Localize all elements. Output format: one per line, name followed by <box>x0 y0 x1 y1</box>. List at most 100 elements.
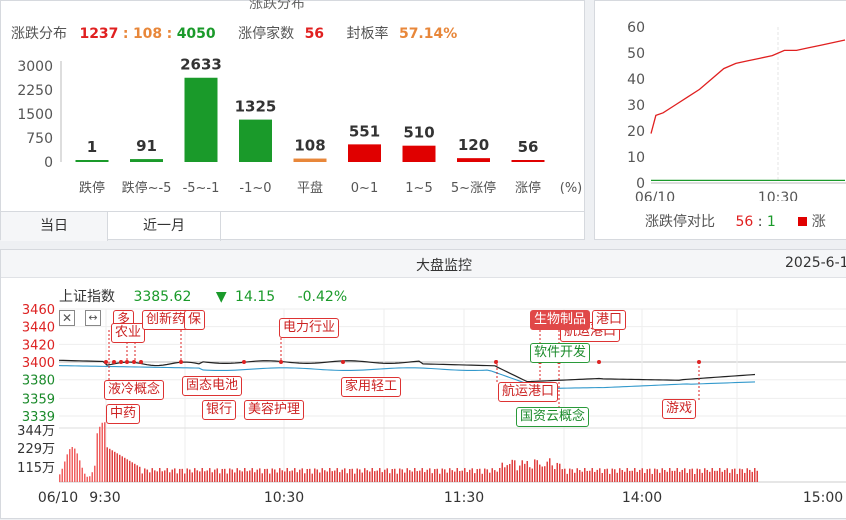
volume-bar <box>414 468 416 482</box>
volume-bar <box>99 426 101 482</box>
volume-bar <box>719 468 721 482</box>
volume-bar <box>289 471 291 482</box>
volume-bar <box>354 473 356 482</box>
tag-game[interactable]: 游戏 <box>662 399 697 419</box>
volume-bar <box>406 468 408 482</box>
volume-bar <box>284 471 286 482</box>
event-marker <box>112 360 116 365</box>
volume-bar <box>739 468 741 482</box>
volume-bar <box>394 468 396 482</box>
tag-beauty-care[interactable]: 美容护理 <box>244 400 305 420</box>
event-marker <box>341 360 345 365</box>
limit-ratio-panel: 60 50 40 30 20 10 0 06/10 10:30 涨跌停对比 56 : 1 涨 <box>594 0 846 240</box>
tag-bio-products[interactable]: 生物制品 <box>530 310 591 330</box>
volume-bar <box>304 473 306 482</box>
tag-port[interactable]: 港口 <box>592 310 627 330</box>
tag-power-industry[interactable]: 电力行业 <box>279 318 340 338</box>
tag-state-cloud[interactable]: 国资云概念 <box>516 407 590 427</box>
volume-bar <box>181 468 183 482</box>
volume-bar <box>76 453 78 482</box>
volume-bar <box>549 458 551 482</box>
y-tick-label: 1500 <box>17 107 53 123</box>
y-tick-label: 750 <box>26 131 53 147</box>
volume-bar <box>149 472 151 482</box>
volume-bar <box>81 467 83 482</box>
volume-bar <box>409 470 411 482</box>
distribution-panel: 涨跌分布 涨跌分布 1237 : 108 : 4050 涨停家数 56 封板率 … <box>0 0 585 241</box>
y-tick-label: 50 <box>627 46 645 62</box>
volume-bar <box>239 470 241 482</box>
volume-bar <box>384 469 386 482</box>
volume-bar <box>506 465 508 482</box>
volume-bar <box>666 471 668 482</box>
volume-tick-label: 344万 <box>17 424 55 439</box>
limit-label: 涨停家数 <box>238 26 295 42</box>
bar <box>348 144 381 162</box>
x-tick-label: 跌停 <box>79 180 105 196</box>
volume-bar <box>696 468 698 482</box>
volume-bar <box>151 468 153 482</box>
tag-shipping-port[interactable]: 航运港口 <box>498 382 559 402</box>
y-tick-label: 2250 <box>17 83 53 99</box>
volume-bar <box>379 468 381 482</box>
volume-bar <box>686 472 688 482</box>
tag-bank[interactable]: 银行 <box>202 400 237 420</box>
volume-bar <box>411 471 413 482</box>
volume-bar <box>526 461 528 482</box>
volume-bar <box>664 469 666 482</box>
tag-solid-battery[interactable]: 固态电池 <box>182 376 243 396</box>
volume-bar <box>626 468 628 482</box>
volume-bar <box>579 470 581 482</box>
bar <box>293 158 327 162</box>
volume-bar <box>706 469 708 482</box>
volume-bar <box>69 449 71 482</box>
tag-nongye[interactable]: 农业 <box>111 323 146 343</box>
volume-bar <box>326 471 328 482</box>
volume-bar <box>331 471 333 482</box>
volume-bar <box>581 471 583 482</box>
summary-row: 涨跌分布 1237 : 108 : 4050 涨停家数 56 封板率 57.14… <box>11 26 458 42</box>
tag-chinese-medicine[interactable]: 中药 <box>106 404 141 424</box>
volume-bar <box>416 471 418 482</box>
volume-bar <box>254 472 256 482</box>
tag-liquid-cooling[interactable]: 液冷概念 <box>104 380 165 400</box>
volume-bar <box>606 468 608 482</box>
volume-bar <box>209 468 211 482</box>
tag-light-industry[interactable]: 家用轻工 <box>341 377 402 397</box>
volume-bar <box>221 468 223 482</box>
volume-bar <box>691 468 693 482</box>
volume-bar <box>316 469 318 482</box>
volume-bar <box>616 472 618 482</box>
volume-bar <box>711 468 713 482</box>
volume-bar <box>359 469 361 482</box>
volume-bar <box>744 472 746 482</box>
volume-bar <box>671 470 673 482</box>
volume-bar <box>244 468 246 482</box>
tab-today[interactable]: 当日 <box>1 211 107 241</box>
volume-bar <box>704 468 706 482</box>
volume-bar <box>116 453 118 482</box>
volume-bar <box>381 472 383 482</box>
y-tick-label: 10 <box>627 150 645 166</box>
volume-bar <box>571 469 573 482</box>
volume-bar <box>164 470 166 482</box>
volume-bar <box>701 472 703 482</box>
volume-bar <box>404 472 406 482</box>
tag-software[interactable]: 软件开发 <box>530 343 591 363</box>
volume-bar <box>119 454 121 482</box>
x-tick-label: 平盘 <box>297 180 323 196</box>
volume-bar <box>511 459 513 482</box>
volume-bar <box>456 468 458 482</box>
bar-value-label: 108 <box>294 137 325 155</box>
tag-innovative-drug[interactable]: 创新药 <box>142 310 190 330</box>
volume-bar <box>721 471 723 482</box>
volume-bar <box>464 468 466 482</box>
volume-bar <box>256 469 258 482</box>
volume-bar <box>589 470 591 482</box>
volume-bar <box>489 472 491 482</box>
volume-bar <box>319 472 321 482</box>
volume-bar <box>471 468 473 482</box>
tab-past-month[interactable]: 近一月 <box>107 211 221 241</box>
tag-bao[interactable]: 保 <box>184 310 206 330</box>
volume-bar <box>276 472 278 482</box>
